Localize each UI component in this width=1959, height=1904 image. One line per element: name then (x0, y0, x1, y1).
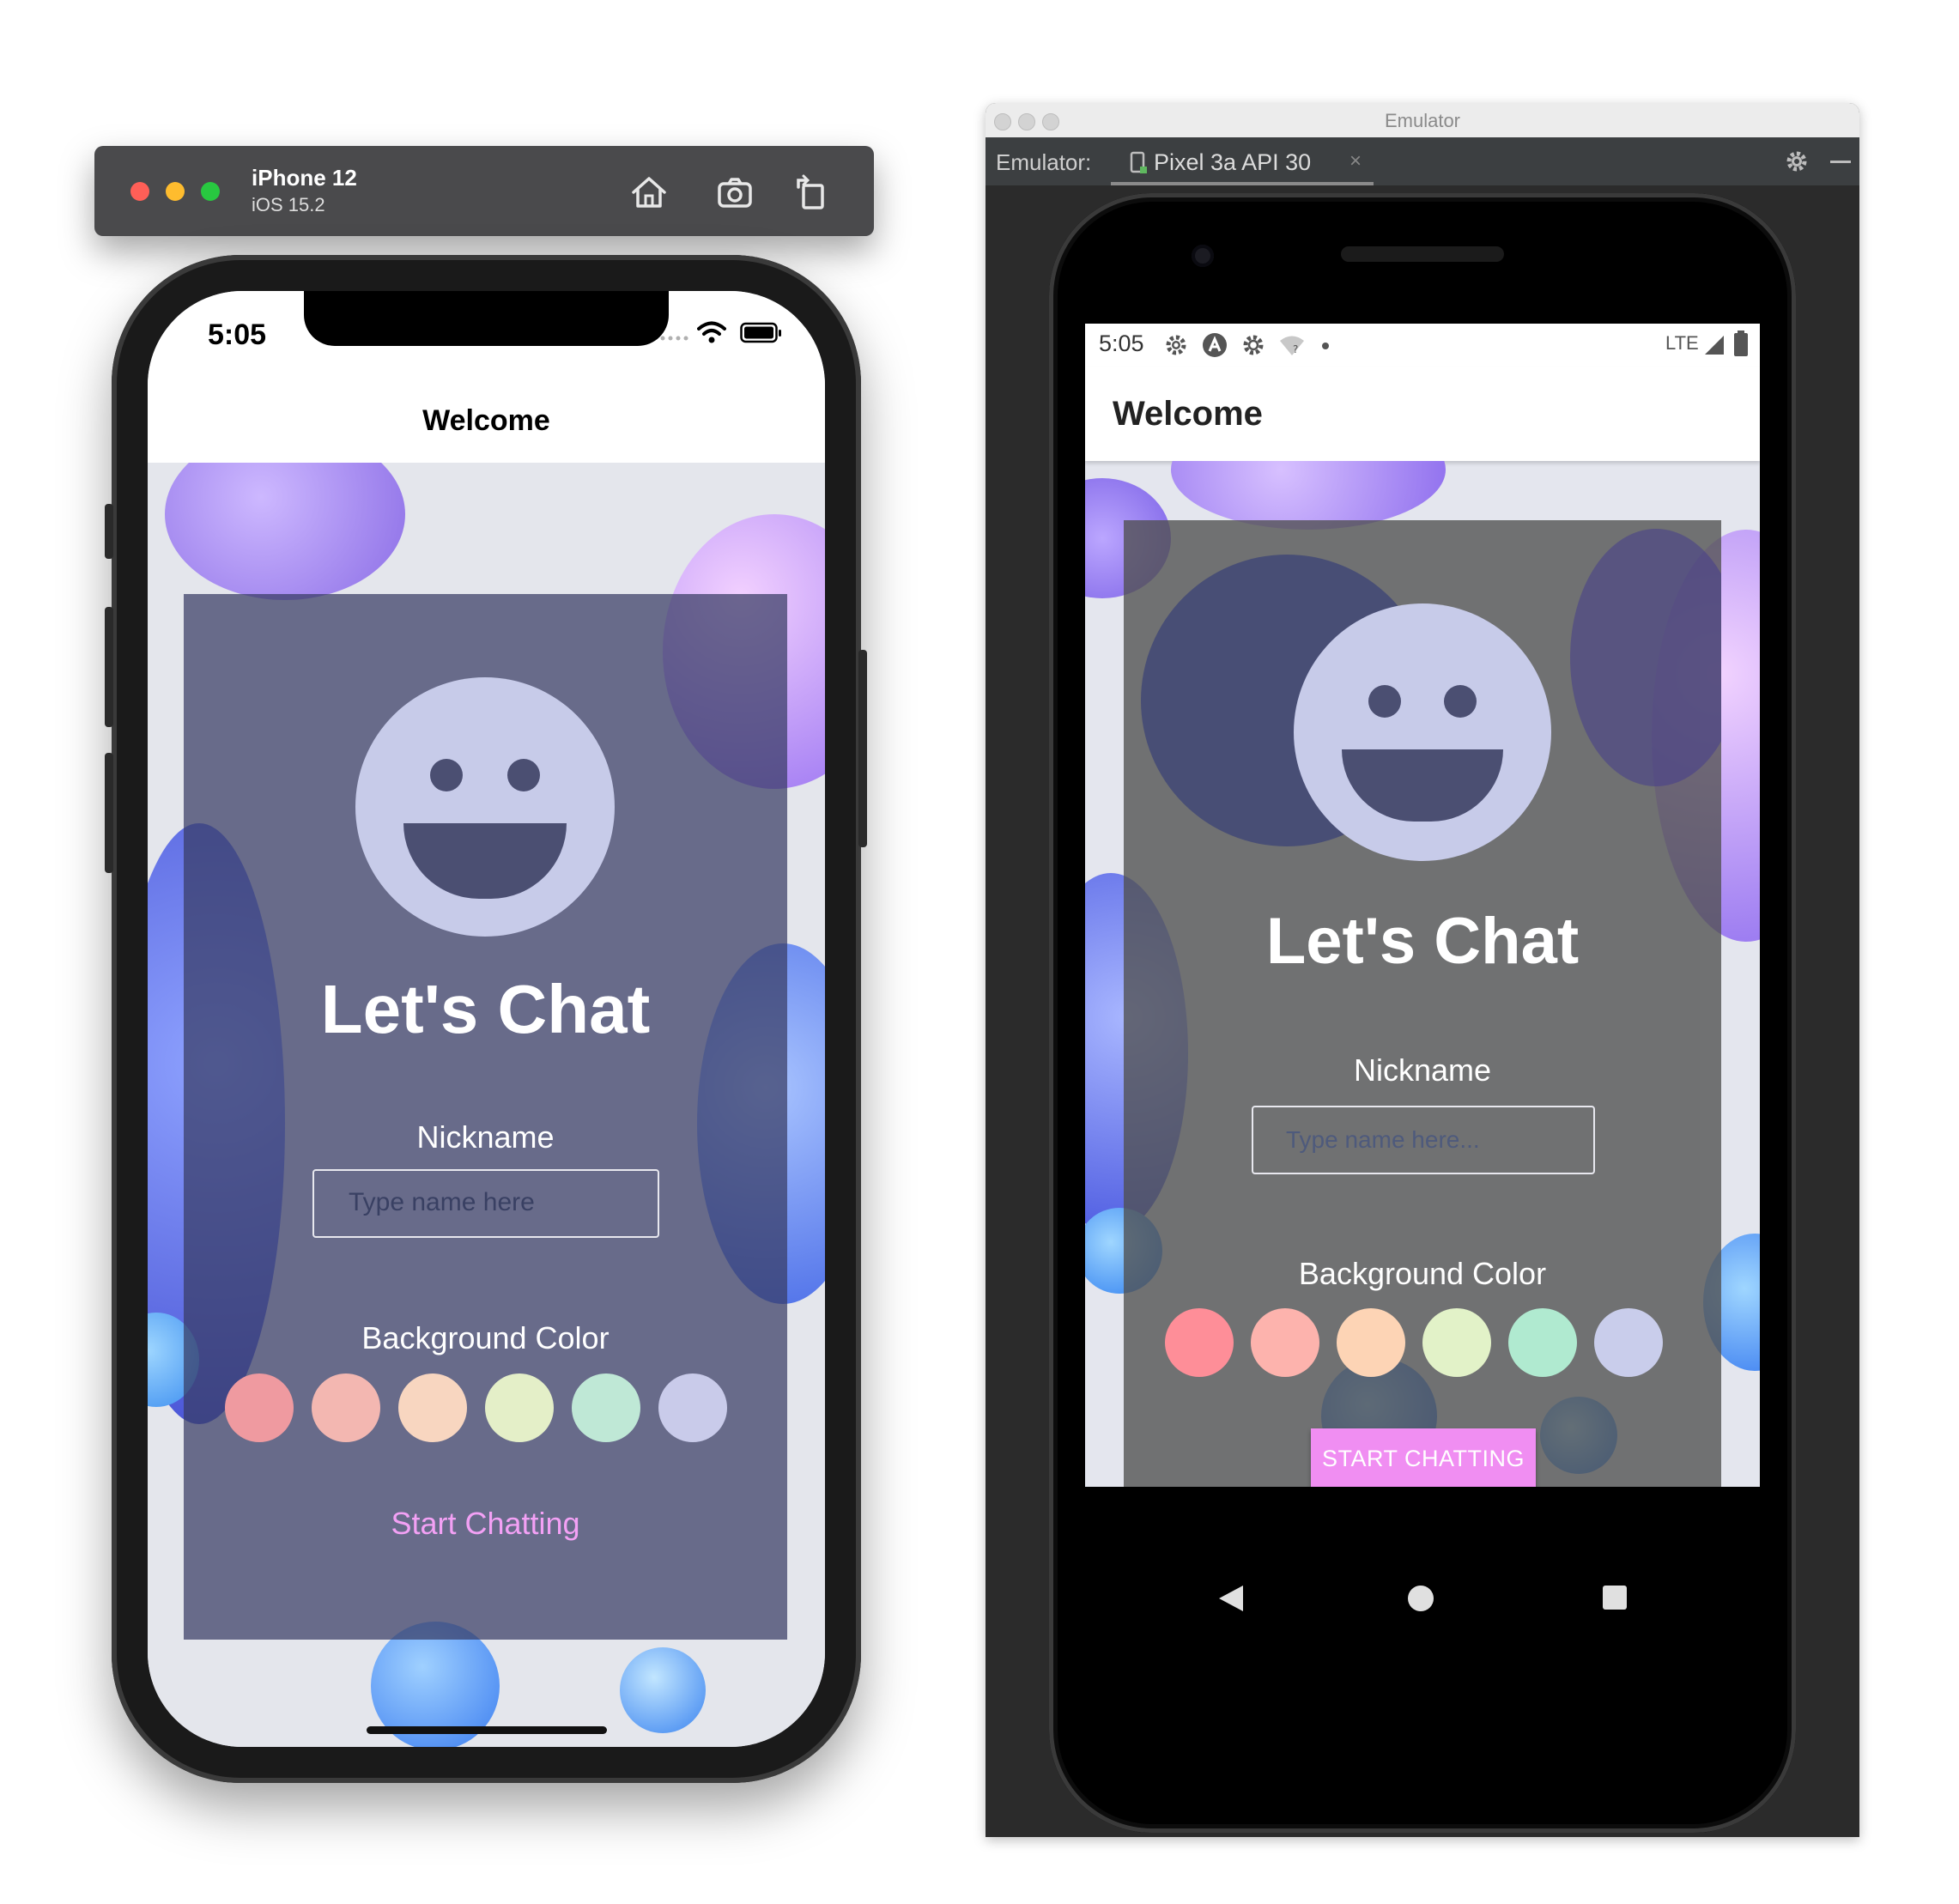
color-option-1[interactable] (1165, 1308, 1234, 1377)
nickname-input[interactable]: Type name here (312, 1169, 659, 1238)
smiley-left-eye (1368, 685, 1401, 718)
cellular-signal-icon (1705, 336, 1724, 355)
start-chatting-button[interactable]: Start Chatting (184, 1506, 787, 1542)
network-type: LTE (1665, 332, 1699, 354)
rotate-icon[interactable] (791, 172, 833, 213)
color-option-6[interactable] (658, 1373, 727, 1442)
welcome-card: Let's Chat Nickname Type name here Backg… (184, 594, 787, 1640)
app-bar: Welcome (1085, 367, 1760, 461)
window-title: Emulator (1384, 110, 1461, 131)
smiley-mouth (403, 823, 567, 899)
android-studio-notification-icon (1203, 333, 1227, 357)
color-option-6[interactable] (1594, 1308, 1663, 1377)
color-option-3[interactable] (1337, 1308, 1405, 1377)
device-tab-label: Pixel 3a API 30 (1154, 149, 1312, 175)
close-window-button[interactable] (130, 182, 149, 201)
color-option-5[interactable] (1508, 1308, 1577, 1377)
device-icon (1130, 151, 1147, 173)
recents-nav-icon[interactable] (1603, 1586, 1627, 1610)
smiley-right-eye (507, 759, 540, 791)
mute-switch (105, 504, 113, 559)
battery-icon (740, 322, 781, 343)
volume-down-button (105, 753, 113, 873)
color-option-2[interactable] (312, 1373, 380, 1442)
gear-notification-icon (1243, 335, 1264, 355)
battery-icon (1734, 330, 1748, 356)
device-tab[interactable]: Pixel 3a API 30 × (1111, 137, 1368, 185)
side-button (858, 650, 867, 847)
emulator-title-bar: Emulator (986, 103, 1859, 138)
color-option-4[interactable] (485, 1373, 554, 1442)
ios-screen: 5:05 Welcome Let's Chat Nickname Type na… (148, 291, 825, 1747)
color-option-4[interactable] (1422, 1308, 1491, 1377)
simulator-os-version: iOS 15.2 (252, 194, 325, 215)
ios-simulator-toolbar: iPhone 12 iOS 15.2 (94, 146, 874, 236)
emulator-label: Emulator: (996, 149, 1092, 175)
home-nav-icon[interactable] (1408, 1586, 1434, 1611)
app-title: Let's Chat (1265, 905, 1580, 978)
wifi-unknown-icon: ? (1280, 336, 1304, 355)
settings-gear-icon[interactable] (1784, 149, 1810, 174)
emulator-tab-bar: Emulator: Pixel 3a API 30 × (986, 137, 1859, 185)
status-time: 5:05 (1099, 330, 1144, 356)
navigation-bar: Welcome (148, 377, 825, 464)
navigation-title: Welcome (422, 404, 550, 437)
smiley-face-icon (1294, 603, 1551, 861)
speaker-grille (1341, 246, 1504, 262)
background-image: Let's Chat Nickname Type name here Backg… (148, 463, 825, 1747)
home-icon[interactable] (628, 172, 670, 213)
volume-up-button (105, 607, 113, 727)
background-bubble (165, 463, 405, 600)
home-indicator (367, 1726, 607, 1734)
nickname-placeholder: Type name here... (1286, 1126, 1480, 1153)
minimize-window-button[interactable] (166, 182, 185, 201)
settings-notification-icon (1166, 335, 1186, 355)
android-status-bar: 5:05 ? LTE (1085, 324, 1760, 367)
smiley-right-eye (1444, 685, 1477, 718)
pixel-device-frame: 5:05 ? LTE Welcome Let's Chat Nickname T… (1049, 193, 1796, 1833)
svg-text:?: ? (1293, 343, 1298, 355)
background-color-label: Background Color (1298, 1256, 1547, 1291)
android-screen: 5:05 ? LTE Welcome Let's Chat Nickname T… (1085, 324, 1760, 1487)
app-title: Let's Chat (320, 971, 651, 1047)
back-nav-icon[interactable] (1217, 1584, 1245, 1613)
close-tab-icon[interactable]: × (1349, 149, 1362, 173)
welcome-card: Let's Chat Nickname Type name here... Ba… (1124, 520, 1721, 1487)
iphone-device-frame: 5:05 Welcome Let's Chat Nickname Type na… (105, 255, 867, 1783)
nickname-input[interactable]: Type name here... (1252, 1106, 1595, 1174)
color-option-2[interactable] (1251, 1308, 1319, 1377)
background-color-label: Background Color (361, 1320, 610, 1355)
smiley-face-icon (355, 677, 615, 937)
notch (304, 291, 669, 346)
nickname-label: Nickname (416, 1119, 555, 1155)
nickname-placeholder: Type name here (349, 1188, 535, 1216)
active-tab-indicator (1111, 182, 1374, 185)
zoom-window-button[interactable] (201, 182, 220, 201)
cellular-signal-icon (660, 336, 688, 341)
minimize-panel-icon[interactable] (1830, 161, 1851, 163)
screenshot-icon[interactable] (714, 172, 755, 213)
front-camera (1192, 245, 1214, 267)
more-notifications-dot (1322, 343, 1329, 349)
smiley-left-eye (430, 759, 463, 791)
wifi-icon (697, 321, 726, 343)
app-bar-title: Welcome (1113, 395, 1263, 433)
background-bubble (1570, 529, 1721, 786)
nickname-label: Nickname (1353, 1052, 1492, 1088)
background-bubble (1171, 461, 1446, 530)
background-bubble (620, 1647, 706, 1733)
color-option-1[interactable] (225, 1373, 294, 1442)
color-option-5[interactable] (572, 1373, 640, 1442)
simulator-device-name: iPhone 12 (252, 165, 357, 191)
start-chatting-button[interactable]: START CHATTING (1311, 1428, 1536, 1487)
android-emulator-window: Emulator Emulator: Pixel 3a API 30 × 5:0… (986, 103, 1859, 1837)
background-image: Let's Chat Nickname Type name here... Ba… (1085, 461, 1760, 1487)
status-time: 5:05 (208, 318, 267, 351)
smiley-mouth (1342, 749, 1503, 822)
color-option-3[interactable] (398, 1373, 467, 1442)
